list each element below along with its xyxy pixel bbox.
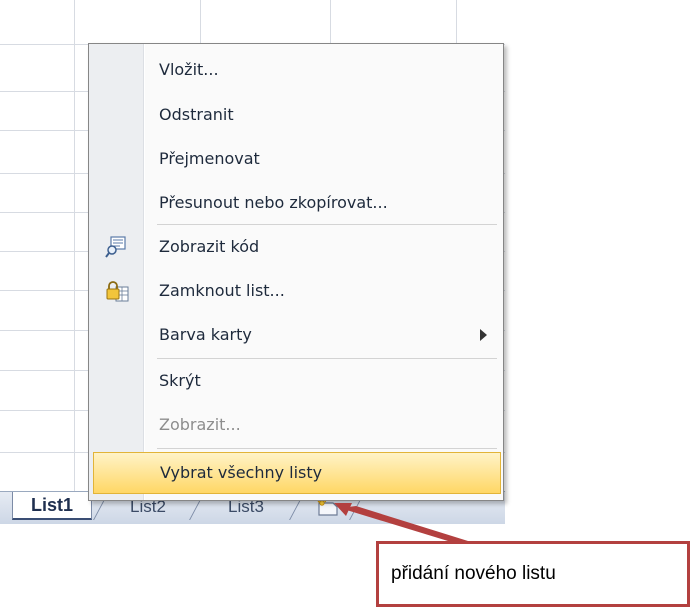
callout-pointer — [340, 506, 468, 541]
callout-box: přidání nového listu — [376, 541, 690, 607]
callout-arrow — [334, 503, 468, 541]
callout-text: přidání nového listu — [391, 563, 556, 584]
